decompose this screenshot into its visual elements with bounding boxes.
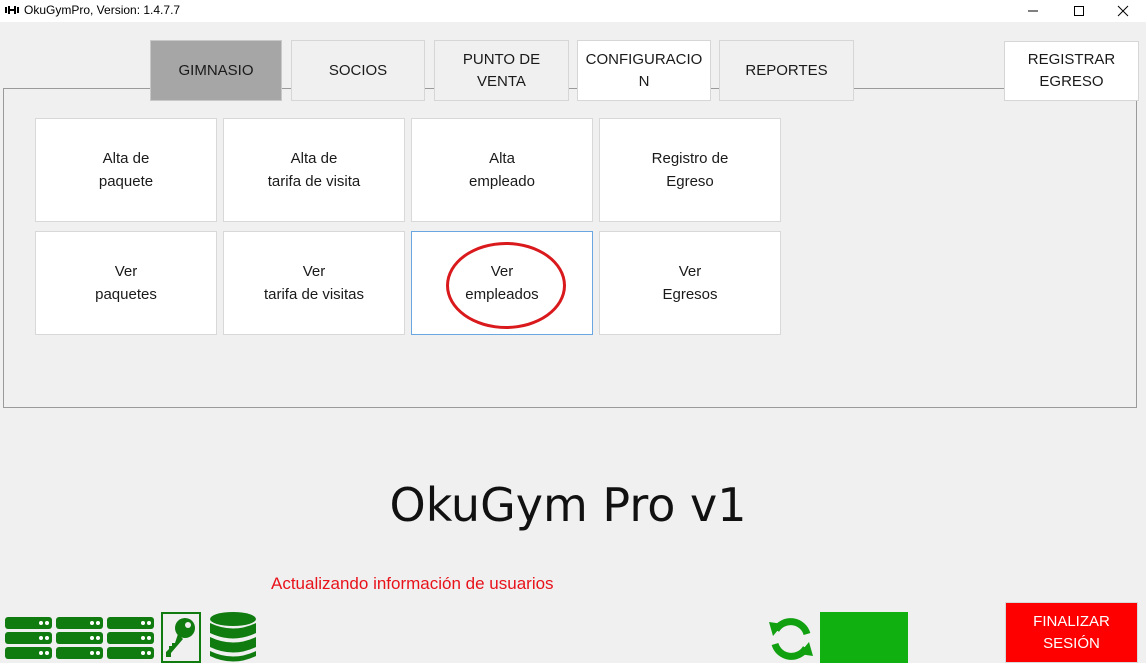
tab-punto-de-venta[interactable]: PUNTO DE VENTA (434, 40, 569, 101)
view-expenses-button[interactable]: Ver Egresos (599, 231, 781, 335)
server-icon (5, 617, 52, 659)
maximize-icon (1074, 6, 1084, 16)
tab-configuracion[interactable]: CONFIGURACIO N (577, 40, 711, 101)
brand-title: OkuGym Pro v1 (389, 478, 747, 532)
dumbbell-icon (5, 6, 19, 14)
tile-label: Alta de paquete (98, 150, 154, 190)
register-expense-tile[interactable]: Registro de Egreso (599, 118, 781, 222)
tile-label: Ver paquetes (95, 263, 157, 303)
tile-label: Ver empleados (465, 263, 539, 303)
add-employee-button[interactable]: Alta empleado (411, 118, 593, 222)
title-bar: OkuGymPro, Version: 1.4.7.7 (0, 0, 1146, 22)
server-icon (56, 617, 103, 659)
license-key-button[interactable] (161, 612, 201, 663)
logout-button[interactable]: FINALIZAR SESIÓN (1005, 602, 1138, 663)
view-employees-button[interactable]: Ver empleados (411, 231, 593, 335)
minimize-button[interactable] (1010, 0, 1056, 22)
tile-label: Ver Egresos (662, 263, 718, 303)
minimize-icon (1028, 10, 1038, 12)
tab-socios[interactable]: SOCIOS (291, 40, 425, 101)
view-visit-rates-button[interactable]: Ver tarifa de visitas (223, 231, 405, 335)
status-message: Actualizando información de usuarios (271, 574, 554, 593)
refresh-icon[interactable] (767, 616, 815, 662)
database-icon (210, 612, 256, 662)
add-visit-rate-button[interactable]: Alta de tarifa de visita (223, 118, 405, 222)
server-icon (107, 617, 154, 659)
key-icon (166, 618, 195, 657)
connection-status-indicator (820, 612, 908, 663)
maximize-button[interactable] (1056, 0, 1102, 22)
close-button[interactable] (1100, 0, 1146, 22)
tile-label: Alta de tarifa de visita (267, 150, 361, 190)
register-expense-button[interactable]: REGISTRAR EGRESO (1004, 41, 1139, 101)
window-title: OkuGymPro, Version: 1.4.7.7 (24, 3, 181, 17)
tile-label: Ver tarifa de visitas (263, 263, 365, 303)
tab-gimnasio[interactable]: GIMNASIO (150, 40, 282, 101)
add-package-button[interactable]: Alta de paquete (35, 118, 217, 222)
close-icon (1117, 5, 1129, 17)
tile-label: Alta empleado (469, 150, 535, 190)
view-packages-button[interactable]: Ver paquetes (35, 231, 217, 335)
tile-label: Registro de Egreso (651, 150, 729, 190)
tab-reportes[interactable]: REPORTES (719, 40, 854, 101)
